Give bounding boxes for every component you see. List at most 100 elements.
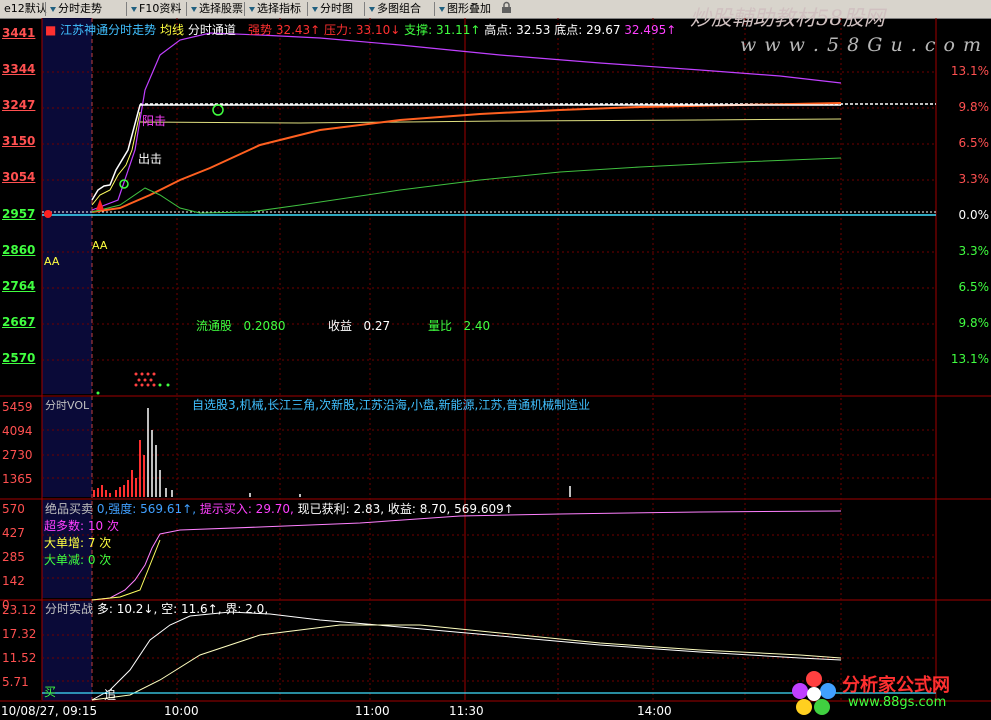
aa-signal-label: AA <box>44 255 60 268</box>
axis-tick-label: 2730 <box>2 448 33 462</box>
axis-tick-label: 9.8% <box>958 100 990 114</box>
dropdown-arrow-icon <box>191 6 197 12</box>
buy-signal-label: 买 <box>44 685 57 699</box>
chase-signal-label: 追 <box>104 688 117 702</box>
axis-tick-label: 0.0% <box>958 208 990 222</box>
axis-tick-label: 427 <box>2 526 25 540</box>
axis-tick-label: 9.8% <box>958 316 990 330</box>
ma-yellow-line <box>139 118 842 124</box>
battle-panel-header: 分时实战 多: 10.2↓, 空: 11.6↑, 界: 2.0, <box>45 600 268 617</box>
axis-tick-label: 3247 <box>2 98 36 113</box>
concept-list: 自选股3,机械,长江三角,次新股,江苏沿海,小盘,新能源,江苏,普通机械制造业 <box>192 398 591 412</box>
open-marker-icon <box>44 210 52 218</box>
signal-count-item: 大单减: 0 次 <box>44 553 112 567</box>
axis-tick-label: 2570 <box>2 350 36 365</box>
buysell-panel-header: 绝品买卖 0,强度: 569.61↑, 提示买入: 29.70, 现已获利: 2… <box>45 500 514 517</box>
main-panel-header: ■ 江苏神通分时走势 均线 分时通道 <box>45 23 236 37</box>
toolbar-default-button[interactable]: e12默认 <box>2 1 49 17</box>
buysell-value: 569.609↑ <box>454 502 514 516</box>
axis-tick-label: 6.5% <box>958 136 990 150</box>
chuji-label: 出击 <box>138 152 163 166</box>
axis-tick-label: 5459 <box>2 400 33 414</box>
time-axis-label: 11:30 <box>449 704 484 718</box>
axis-tick-label: 3054 <box>2 170 36 185</box>
buysell-value: 0,强度: 569.61↑, <box>96 502 200 516</box>
axis-tick-label: 3344 <box>2 62 36 77</box>
battle-value: 界: 2.0, <box>225 602 269 616</box>
buysell-value: 提示买入: 29.70, <box>199 502 298 516</box>
axis-tick-label: 13.1% <box>950 352 989 366</box>
footer-logo-name: 分析家公式网 <box>842 675 950 696</box>
buysell-value: 收益: 8.70, <box>387 502 455 516</box>
long-force-line <box>91 611 842 701</box>
price-line <box>91 104 841 201</box>
yangji-label: 阳击 <box>142 114 167 128</box>
axis-tick-label: 5.71 <box>2 675 29 689</box>
indicator-name: 分时通道 <box>187 23 236 37</box>
footer-logo-url: www.88gs.com <box>848 695 947 710</box>
time-axis-label: 10:00 <box>164 704 199 718</box>
axis-tick-label: 2764 <box>2 278 36 293</box>
short-force-line <box>91 624 842 701</box>
toolbar-chart-button[interactable]: 分时图 <box>310 1 355 17</box>
dropdown-arrow-icon <box>439 6 445 12</box>
ma-green-line <box>91 157 842 214</box>
indicator-value: 压力: 33.10↓ <box>324 23 405 37</box>
dropdown-arrow-icon <box>249 6 255 12</box>
battle-value: 多: 10.2↓, <box>96 602 162 616</box>
brand-watermark-url: w w w . 5 8 G u . c o m <box>740 34 982 56</box>
time-axis-label: 14:00 <box>637 704 672 718</box>
toolbar-timeshare-button[interactable]: 分时走势 <box>48 1 104 17</box>
buy-arrow-icon <box>96 199 104 210</box>
indicator-value: 底点: 29.67 <box>554 23 625 37</box>
volume-panel-title: 分时VOL <box>45 399 90 412</box>
time-axis-label: 11:00 <box>355 704 390 718</box>
axis-tick-label: 4094 <box>2 424 33 438</box>
time-axis-date: 10/08/27, 09:15 <box>1 704 98 718</box>
axis-tick-label: 6.5% <box>958 280 990 294</box>
stats-row: 量比 2.40 <box>428 317 490 334</box>
axis-tick-label: 11.52 <box>2 651 37 665</box>
float-shares-value: 0.2080 <box>243 319 286 333</box>
battle-title: 分时实战 <box>45 602 94 616</box>
stats-row: 收益 0.27 <box>328 317 390 334</box>
axis-tick-label: 2860 <box>2 242 36 257</box>
axis-tick-label: 285 <box>2 550 25 564</box>
buysell-title: 绝品买卖 <box>45 502 94 516</box>
toolbar-overlay-button[interactable]: 图形叠加 <box>437 1 493 17</box>
lock-icon[interactable] <box>499 1 515 17</box>
dropdown-arrow-icon <box>131 6 137 12</box>
battle-value: 空: 11.6↑, <box>161 602 226 616</box>
axis-tick-label: 3150 <box>2 134 36 149</box>
toolbar-select-stock-button[interactable]: 选择股票 <box>189 1 245 17</box>
axis-tick-label: 142 <box>2 574 25 588</box>
axis-tick-label: 23.12 <box>2 603 37 617</box>
footer-logo: 分析家公式网 www.88gs.com <box>790 667 990 720</box>
float-shares-label: 流通股 <box>196 319 233 333</box>
indicator-value: 高点: 32.53 <box>484 23 555 37</box>
aa-signal-label: AA <box>92 239 108 252</box>
axis-tick-label: 17.32 <box>2 627 37 641</box>
indicator-values: 强势 32.43↑ 压力: 33.10↓ 支撑: 31.11↑ 高点: 32.5… <box>248 21 676 38</box>
eps-label: 收益 <box>328 319 353 333</box>
stock-title: 江苏神通分时走势 <box>60 23 157 37</box>
axis-tick-label: 13.1% <box>950 64 989 78</box>
indicator-value: 支撑: 31.11↑ <box>404 23 485 37</box>
signal-circle-icon <box>212 104 224 116</box>
volume-ratio-value: 2.40 <box>463 319 491 333</box>
signal-count-item: 超多数: 10 次 <box>44 519 119 533</box>
signal-count-item: 大单增: 7 次 <box>44 536 112 550</box>
volume-ratio-label: 量比 <box>428 319 453 333</box>
toolbar-f10-button[interactable]: F10资料 <box>129 1 183 17</box>
dropdown-arrow-icon <box>312 6 318 12</box>
axis-tick-label: 570 <box>2 502 25 516</box>
indicator-value: 强势 32.43↑ <box>248 23 325 37</box>
toolbar-select-indicator-button[interactable]: 选择指标 <box>247 1 303 17</box>
signal-count-list: 超多数: 10 次 大单增: 7 次 大单减: 0 次 <box>44 517 119 568</box>
avg-label: 均线 <box>160 23 185 37</box>
axis-tick-label: 1365 <box>2 472 33 486</box>
eps-value: 0.27 <box>363 319 391 333</box>
axis-tick-label: 2957 <box>2 206 36 221</box>
toolbar-multi-chart-button[interactable]: 多图组合 <box>367 1 423 17</box>
dropdown-arrow-icon <box>50 6 56 12</box>
